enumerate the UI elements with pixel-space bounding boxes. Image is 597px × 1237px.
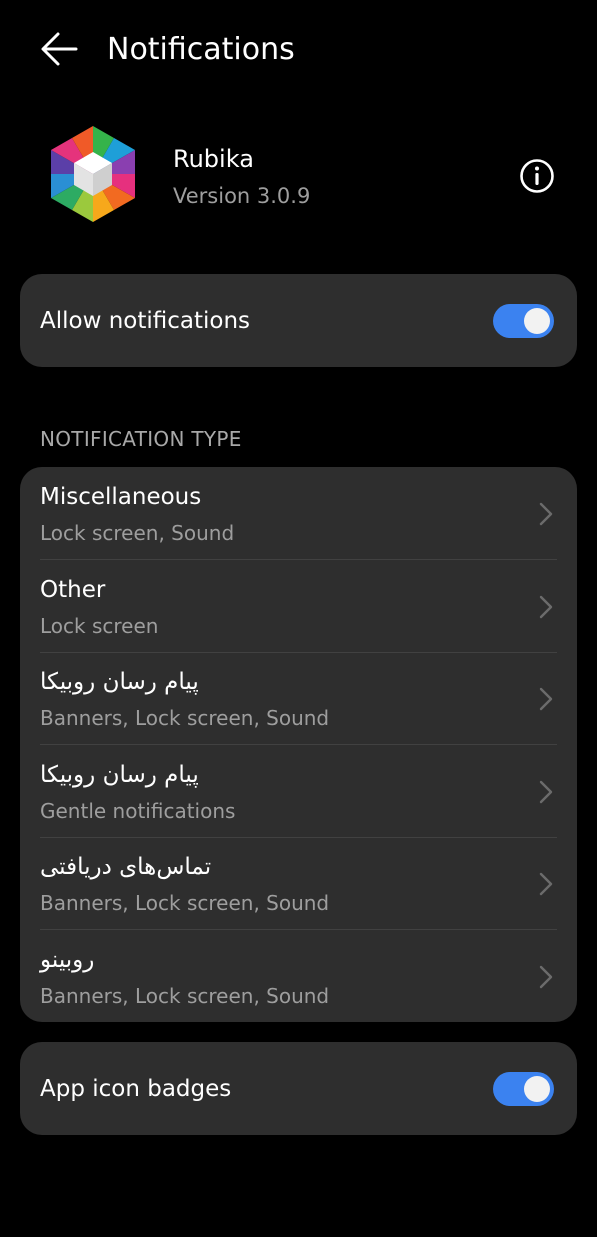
item-title: Other <box>40 576 106 603</box>
item-subtitle: Banners, Lock screen, Sound <box>40 983 330 1008</box>
item-title: پیام رسان روبیکا <box>40 761 199 788</box>
item-title: پیام رسان روبیکا <box>40 669 199 695</box>
app-name: Rubika <box>173 145 254 173</box>
item-title: Miscellaneous <box>40 484 202 510</box>
app-info-button[interactable] <box>518 157 556 195</box>
item-subtitle: Gentle notifications <box>40 798 236 823</box>
rubika-app-icon <box>46 124 140 224</box>
arrow-left-icon <box>41 32 78 66</box>
chevron-right-icon <box>539 780 553 803</box>
toggle-knob <box>524 1076 550 1102</box>
app-icon-badges-label: App icon badges <box>40 1076 232 1102</box>
chevron-right-icon <box>539 502 553 526</box>
notification-types-card: Miscellaneous Lock screen, Sound Other L… <box>20 467 577 1022</box>
allow-notifications-card: Allow notifications <box>20 274 577 367</box>
chevron-right-icon <box>539 872 553 896</box>
notification-type-item[interactable]: تماس‌های دریافتی Banners, Lock screen, S… <box>20 837 577 930</box>
chevron-right-icon <box>539 595 553 618</box>
notification-type-item[interactable]: پیام رسان روبیکا Banners, Lock screen, S… <box>20 652 577 745</box>
notifications-screen: Notifications Rubika Version 3.0.9 Allow… <box>0 0 597 1237</box>
item-title: تماس‌های دریافتی <box>40 854 212 880</box>
chevron-right-icon <box>539 965 553 988</box>
notification-type-item[interactable]: پیام رسان روبیکا Gentle notifications <box>20 745 577 838</box>
back-button[interactable] <box>36 28 82 70</box>
notification-type-item[interactable]: Miscellaneous Lock screen, Sound <box>20 467 577 560</box>
top-bar: Notifications <box>0 0 597 100</box>
app-version: Version 3.0.9 <box>173 184 311 208</box>
allow-notifications-toggle[interactable] <box>493 304 554 338</box>
notification-type-item[interactable]: Other Lock screen <box>20 560 577 653</box>
notification-type-item[interactable]: روبینو Banners, Lock screen, Sound <box>20 930 577 1023</box>
chevron-right-icon <box>539 687 553 711</box>
notification-type-header: NOTIFICATION TYPE <box>40 427 242 451</box>
item-subtitle: Lock screen, Sound <box>40 521 235 545</box>
app-icon-badges-toggle[interactable] <box>493 1072 554 1106</box>
item-subtitle: Banners, Lock screen, Sound <box>40 891 330 915</box>
app-icon-badges-card: App icon badges <box>20 1042 577 1135</box>
info-icon <box>520 159 554 193</box>
page-title: Notifications <box>107 32 295 67</box>
allow-notifications-label: Allow notifications <box>40 308 251 334</box>
toggle-knob <box>524 308 550 334</box>
item-subtitle: Lock screen <box>40 613 159 638</box>
item-title: روبینو <box>40 946 95 973</box>
item-subtitle: Banners, Lock screen, Sound <box>40 706 330 730</box>
